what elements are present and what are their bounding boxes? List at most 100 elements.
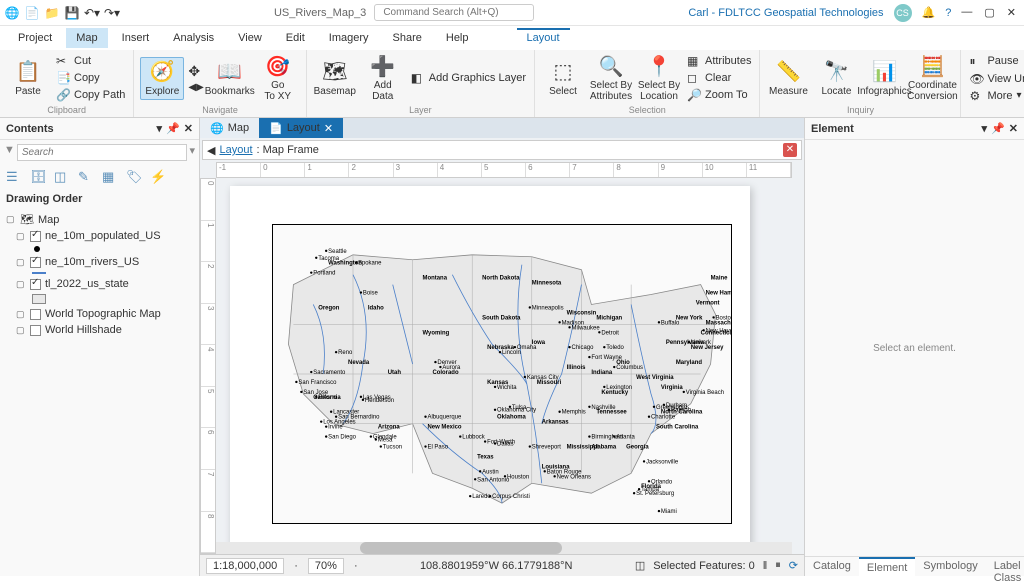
map-frame[interactable]: WashingtonOregonIdahoMontanaNorth Dakota…: [272, 224, 732, 524]
pane-pin-icon[interactable]: 📌: [166, 122, 180, 135]
notifications-icon[interactable]: 🔔: [922, 6, 936, 19]
breadcrumb-layout[interactable]: Layout: [219, 144, 252, 156]
back-icon[interactable]: ◀: [207, 144, 215, 157]
bookmarks-button[interactable]: 📖Bookmarks: [208, 58, 252, 99]
list-by-selection-icon[interactable]: ◫: [54, 169, 70, 185]
layout-canvas[interactable]: -101234567891011 012345678: [200, 162, 804, 554]
el-close-icon[interactable]: ✕: [1009, 122, 1018, 135]
layer-row[interactable]: ▢World Topographic Map: [2, 306, 197, 322]
coord-button[interactable]: 🧮Coordinate Conversion: [910, 52, 954, 104]
menu-map[interactable]: Map: [66, 28, 107, 48]
refresh-icon[interactable]: ⟳: [789, 559, 798, 572]
selection-icon[interactable]: ◫: [635, 559, 645, 572]
scale-field[interactable]: 1:18,000,000: [206, 558, 284, 574]
tab-layout[interactable]: 📄Layout✕: [259, 118, 343, 138]
menu-analysis[interactable]: Analysis: [163, 28, 224, 48]
select-by-attr-button[interactable]: 🔍Select By Attributes: [589, 52, 633, 104]
svg-text:Indiana: Indiana: [591, 370, 613, 376]
menu-share[interactable]: Share: [383, 28, 432, 48]
adddata-button[interactable]: ➕Add Data: [361, 52, 405, 104]
clear-button[interactable]: ◻Clear: [685, 70, 753, 86]
help-icon[interactable]: ?: [945, 7, 951, 19]
el-tab-symbology[interactable]: Symbology: [915, 557, 985, 576]
copy-button[interactable]: 📑Copy: [54, 70, 127, 86]
zoom-field[interactable]: 70%: [308, 558, 344, 574]
open-icon[interactable]: 📁: [44, 5, 60, 21]
scale-icon[interactable]: ·: [294, 560, 298, 572]
el-tab-labelclass[interactable]: Label Class: [986, 557, 1024, 576]
zoom-icon[interactable]: ·: [354, 560, 358, 572]
svg-text:San Francisco: San Francisco: [298, 380, 337, 386]
save-icon[interactable]: 💾: [64, 5, 80, 21]
copypath-button[interactable]: 🔗Copy Path: [54, 87, 127, 103]
pause-draw-icon[interactable]: ⏸: [775, 559, 781, 572]
menu-insert[interactable]: Insert: [112, 28, 160, 48]
menu-imagery[interactable]: Imagery: [319, 28, 379, 48]
menu-help[interactable]: Help: [436, 28, 479, 48]
menu-view[interactable]: View: [228, 28, 272, 48]
menu-edit[interactable]: Edit: [276, 28, 315, 48]
nav-prev-icon[interactable]: ◀▶: [188, 82, 203, 93]
gotoxy-button[interactable]: 🎯Go To XY: [256, 52, 300, 104]
maximize-button[interactable]: ▢: [984, 6, 994, 19]
layer-row[interactable]: ▢ne_10m_rivers_US: [2, 254, 197, 270]
minimize-button[interactable]: —: [961, 6, 972, 19]
el-tab-catalog[interactable]: Catalog: [805, 557, 859, 576]
addgraphics-button[interactable]: ◧Add Graphics Layer: [409, 70, 528, 86]
list-by-source-icon[interactable]: 🗄: [30, 169, 46, 185]
contents-search[interactable]: [17, 144, 188, 161]
attributes-button[interactable]: ▦Attributes: [685, 53, 753, 69]
close-button[interactable]: ✕: [1007, 6, 1016, 19]
menu-project[interactable]: Project: [8, 28, 62, 48]
user-name[interactable]: Carl - FDLTCC Geospatial Technologies: [688, 7, 883, 19]
redo-icon[interactable]: ↷▾: [104, 5, 120, 21]
locate-button[interactable]: 🔭Locate: [814, 58, 858, 99]
list-by-snapping-icon[interactable]: ▦: [102, 169, 118, 185]
menu-layout-context[interactable]: Layout: [517, 28, 570, 48]
paste-button[interactable]: 📋Paste: [6, 58, 50, 99]
infographics-button[interactable]: 📊Infographics: [862, 58, 906, 99]
pane-close-icon[interactable]: ✕: [184, 122, 193, 135]
layer-row[interactable]: ▢tl_2022_us_state: [2, 276, 197, 292]
list-by-labeling-icon[interactable]: 🏷: [126, 169, 142, 185]
svg-text:Boston: Boston: [716, 315, 731, 321]
list-by-drawing-icon[interactable]: ☰: [6, 169, 22, 185]
measure-button[interactable]: 📏Measure: [766, 58, 810, 99]
new-icon[interactable]: 📄: [24, 5, 40, 21]
el-tab-element[interactable]: Element: [859, 557, 915, 576]
list-by-editing-icon[interactable]: ✎: [78, 169, 94, 185]
basemap-button[interactable]: 🗺Basemap: [313, 58, 357, 99]
select-by-loc-button[interactable]: 📍Select By Location: [637, 52, 681, 104]
explore-button[interactable]: 🧭Explore: [140, 57, 184, 100]
layer-checkbox[interactable]: [30, 257, 41, 268]
layer-checkbox[interactable]: [30, 309, 41, 320]
layer-row[interactable]: ▢ne_10m_populated_US: [2, 228, 197, 244]
unplaced-button[interactable]: 👁View Unplaced: [967, 71, 1024, 87]
select-button[interactable]: ⬚Select: [541, 58, 585, 99]
tab-close-icon[interactable]: ✕: [324, 122, 333, 135]
pane-menu-icon[interactable]: ▾: [157, 122, 163, 135]
list-by-perf-icon[interactable]: ⚡: [150, 169, 166, 185]
layer-checkbox[interactable]: [30, 279, 41, 290]
map-node[interactable]: ▢🗺Map: [2, 211, 197, 228]
layer-checkbox[interactable]: [30, 231, 41, 242]
el-menu-icon[interactable]: ▾: [982, 122, 988, 135]
tab-map[interactable]: 🌐Map: [200, 118, 259, 138]
el-pin-icon[interactable]: 📌: [991, 122, 1005, 135]
filter-icon[interactable]: ▼: [4, 144, 15, 161]
breadcrumb-close-icon[interactable]: ✕: [783, 143, 797, 157]
snapping-icon[interactable]: ‖: [763, 560, 768, 572]
search-clear-icon[interactable]: ▾: [189, 144, 195, 161]
undo-icon[interactable]: ↶▾: [84, 5, 100, 21]
horizontal-scrollbar[interactable]: [216, 542, 792, 554]
svg-text:Sacramento: Sacramento: [313, 370, 346, 376]
layer-checkbox[interactable]: [30, 325, 41, 336]
user-avatar[interactable]: CS: [894, 4, 912, 22]
more-button[interactable]: ⚙More▾: [967, 88, 1024, 104]
cut-button[interactable]: ✂Cut: [54, 53, 127, 69]
command-search[interactable]: [374, 4, 534, 21]
pause-button[interactable]: ⏸Pause: [967, 53, 1024, 70]
nav-arrows-icon[interactable]: ✥: [188, 63, 203, 80]
zoomto-button[interactable]: 🔎Zoom To: [685, 87, 753, 103]
layer-row[interactable]: ▢World Hillshade: [2, 322, 197, 338]
